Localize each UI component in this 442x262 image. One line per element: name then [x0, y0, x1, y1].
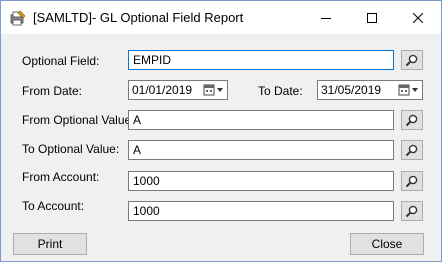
to-optional-value-finder-button[interactable]	[401, 140, 423, 160]
from-optional-value-label: From Optional Value:	[22, 113, 135, 127]
print-button[interactable]: Print	[13, 233, 87, 255]
optional-field-input[interactable]: EMPID	[128, 50, 394, 70]
to-date-value: 31/05/2019	[321, 83, 382, 97]
to-optional-value-label: To Optional Value:	[22, 142, 120, 156]
dialog-body: Optional Field: EMPID From Date: 01/01/2…	[1, 34, 441, 261]
optional-field-label: Optional Field:	[22, 54, 100, 68]
to-date-picker[interactable]: 31/05/2019	[317, 80, 423, 100]
maximize-button[interactable]	[349, 1, 395, 34]
close-icon	[413, 12, 423, 23]
to-account-finder-button[interactable]	[401, 201, 423, 221]
close-window-button[interactable]	[395, 1, 441, 34]
report-icon	[10, 10, 26, 26]
from-account-label: From Account:	[22, 170, 100, 184]
to-account-input[interactable]: 1000	[128, 201, 394, 221]
to-account-label: To Account:	[22, 199, 85, 213]
to-date-label: To Date:	[258, 84, 303, 98]
from-date-value: 01/01/2019	[132, 83, 193, 97]
from-account-input[interactable]: 1000	[128, 171, 394, 191]
calendar-dropdown-icon[interactable]	[201, 81, 227, 99]
window-title: [SAMLTD]- GL Optional Field Report	[33, 10, 244, 25]
maximize-icon	[367, 12, 377, 23]
calendar-dropdown-icon[interactable]	[396, 81, 422, 99]
magnifier-icon	[405, 114, 418, 127]
minimize-button[interactable]	[303, 1, 349, 34]
optional-field-finder-button[interactable]	[401, 50, 423, 70]
magnifier-icon	[405, 144, 418, 157]
close-button[interactable]: Close	[350, 233, 424, 255]
from-date-label: From Date:	[22, 84, 83, 98]
from-account-finder-button[interactable]	[401, 171, 423, 191]
from-optional-value-input[interactable]: A	[128, 110, 394, 130]
from-optional-value-finder-button[interactable]	[401, 110, 423, 130]
from-date-picker[interactable]: 01/01/2019	[128, 80, 228, 100]
title-bar[interactable]: [SAMLTD]- GL Optional Field Report	[1, 1, 441, 34]
to-optional-value-input[interactable]: A	[128, 140, 394, 160]
magnifier-icon	[405, 175, 418, 188]
report-window: [SAMLTD]- GL Optional Field Report Optio…	[0, 0, 442, 262]
magnifier-icon	[405, 54, 418, 67]
minimize-icon	[321, 17, 331, 19]
magnifier-icon	[405, 205, 418, 218]
